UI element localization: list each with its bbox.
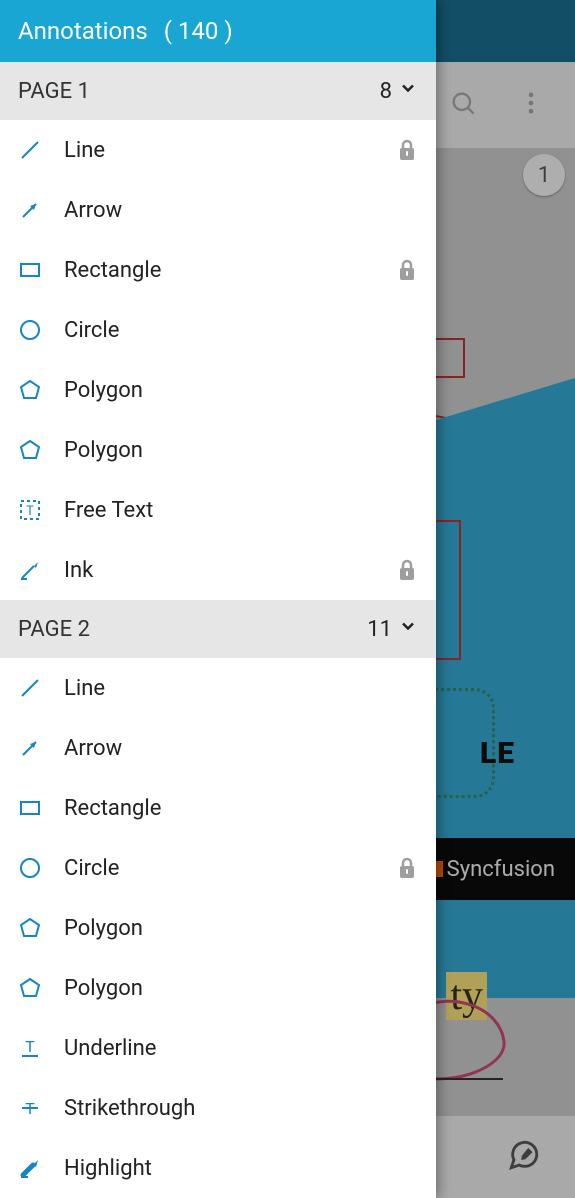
annotation-label: Polygon <box>64 378 418 403</box>
freetext-icon <box>16 496 44 524</box>
annotation-label: Arrow <box>64 198 418 223</box>
annotation-item[interactable]: Arrow <box>0 718 436 778</box>
lock-icon <box>396 855 418 881</box>
underline-icon <box>16 1034 44 1062</box>
annotation-item[interactable]: Polygon <box>0 898 436 958</box>
page-section-header[interactable]: PAGE 1 8 <box>0 62 436 120</box>
annotation-label: Polygon <box>64 976 418 1001</box>
polygon-icon <box>16 914 44 942</box>
section-title: PAGE 1 <box>18 79 90 104</box>
annotation-label: Ink <box>64 558 376 583</box>
lock-icon <box>396 557 418 583</box>
section-count: 8 <box>380 78 418 104</box>
annotations-panel-header: Annotations ( 140 ) <box>0 0 436 62</box>
annotation-label: Rectangle <box>64 796 418 821</box>
annotation-item[interactable]: Rectangle <box>0 240 436 300</box>
annotation-label: Underline <box>64 1036 418 1061</box>
ink-icon <box>16 556 44 584</box>
line-icon <box>16 136 44 164</box>
annotation-item[interactable]: Circle <box>0 838 436 898</box>
panel-count: ( 140 ) <box>158 17 233 45</box>
arrow-icon <box>16 734 44 762</box>
polygon-icon <box>16 376 44 404</box>
polygon-icon <box>16 974 44 1002</box>
annotation-label: Arrow <box>64 736 418 761</box>
annotation-item[interactable]: Polygon <box>0 360 436 420</box>
chevron-down-icon <box>398 78 418 104</box>
circle-icon <box>16 316 44 344</box>
annotations-list: PAGE 1 8 Line Arrow Rectangle Circle Polygon Po… <box>0 62 436 1198</box>
annotation-item[interactable]: Free Text <box>0 480 436 540</box>
rectangle-icon <box>16 256 44 284</box>
annotation-item[interactable]: Arrow <box>0 180 436 240</box>
section-count: 11 <box>367 616 418 642</box>
annotation-item[interactable]: Line <box>0 658 436 718</box>
polygon-icon <box>16 436 44 464</box>
annotation-item[interactable]: Underline <box>0 1018 436 1078</box>
annotation-item[interactable]: Highlight <box>0 1138 436 1198</box>
annotation-item[interactable]: Polygon <box>0 958 436 1018</box>
annotation-label: Free Text <box>64 498 418 523</box>
highlight-icon <box>16 1154 44 1182</box>
lock-icon <box>396 137 418 163</box>
section-title: PAGE 2 <box>18 617 90 642</box>
annotation-item[interactable]: Rectangle <box>0 778 436 838</box>
annotation-item[interactable]: Ink <box>0 540 436 600</box>
annotation-label: Highlight <box>64 1156 418 1181</box>
annotation-label: Polygon <box>64 916 418 941</box>
line-icon <box>16 674 44 702</box>
annotation-label: Circle <box>64 856 376 881</box>
annotations-panel: Annotations ( 140 ) PAGE 1 8 Line Arrow Rect… <box>0 0 436 1198</box>
panel-title: Annotations <box>18 17 148 45</box>
annotation-label: Line <box>64 676 418 701</box>
annotation-item[interactable]: Strikethrough <box>0 1078 436 1138</box>
lock-icon <box>396 257 418 283</box>
annotation-label: Polygon <box>64 438 418 463</box>
chevron-down-icon <box>398 616 418 642</box>
arrow-icon <box>16 196 44 224</box>
annotation-label: Rectangle <box>64 258 376 283</box>
annotation-item[interactable]: Circle <box>0 300 436 360</box>
annotation-label: Line <box>64 138 376 163</box>
annotation-label: Strikethrough <box>64 1096 418 1121</box>
annotation-item[interactable]: Line <box>0 120 436 180</box>
page-section-header[interactable]: PAGE 2 11 <box>0 600 436 658</box>
annotation-label: Circle <box>64 318 418 343</box>
rectangle-icon <box>16 794 44 822</box>
circle-icon <box>16 854 44 882</box>
strikethrough-icon <box>16 1094 44 1122</box>
annotation-item[interactable]: Polygon <box>0 420 436 480</box>
